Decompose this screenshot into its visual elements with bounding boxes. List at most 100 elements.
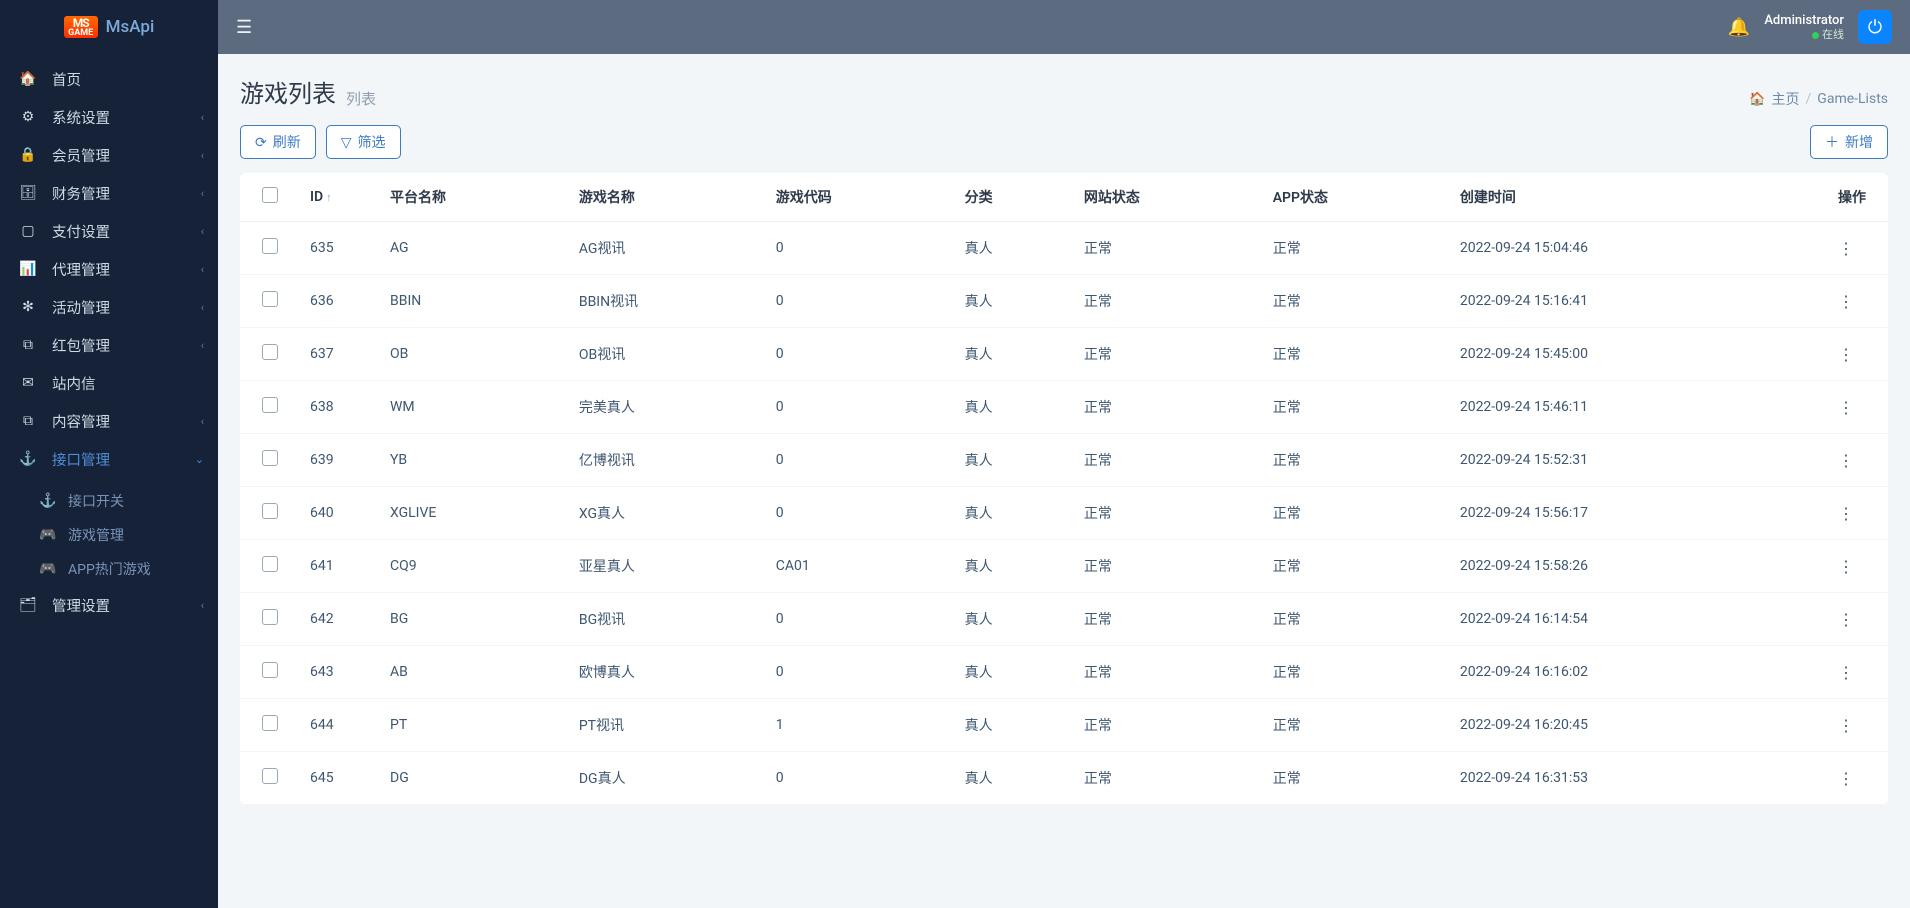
cell-created: 2022-09-24 15:58:26 <box>1450 540 1818 593</box>
table-row: 636BBINBBIN视讯0真人正常正常2022-09-24 15:16:41⋮ <box>240 275 1888 328</box>
sidebar-item-icon: ⧉ <box>18 337 38 353</box>
cell-id: 635 <box>300 222 380 275</box>
row-checkbox[interactable] <box>262 609 278 625</box>
sidebar-item-8[interactable]: ✉站内信 <box>0 364 218 402</box>
data-table: ID↑ 平台名称 游戏名称 游戏代码 分类 网站状态 APP状态 创建时间 操作… <box>240 173 1888 805</box>
cell-code: 0 <box>766 487 955 540</box>
table-row: 645DGDG真人0真人正常正常2022-09-24 16:31:53⋮ <box>240 752 1888 805</box>
row-checkbox[interactable] <box>262 715 278 731</box>
cell-app-status: 正常 <box>1263 646 1450 699</box>
table-row: 635AGAG视讯0真人正常正常2022-09-24 15:04:46⋮ <box>240 222 1888 275</box>
row-checkbox[interactable] <box>262 556 278 572</box>
cell-category: 真人 <box>955 540 1074 593</box>
add-button[interactable]: ＋新增 <box>1810 125 1888 159</box>
sidebar-item-0[interactable]: 🏠首页 <box>0 60 218 98</box>
sidebar-item-icon: ⚙ <box>18 109 38 125</box>
breadcrumb-home[interactable]: 主页 <box>1772 89 1800 109</box>
sidebar-subitem-10-1[interactable]: 🎮游戏管理 <box>0 518 218 552</box>
table-row: 643AB欧博真人0真人正常正常2022-09-24 16:16:02⋮ <box>240 646 1888 699</box>
sidebar-item-5[interactable]: 📊代理管理‹ <box>0 250 218 288</box>
row-actions-button[interactable]: ⋮ <box>1838 769 1853 788</box>
table-body: 635AGAG视讯0真人正常正常2022-09-24 15:04:46⋮636B… <box>240 222 1888 805</box>
header-code[interactable]: 游戏代码 <box>766 173 955 222</box>
sidebar-item-4[interactable]: ▢支付设置‹ <box>0 212 218 250</box>
cell-id: 639 <box>300 434 380 487</box>
row-checkbox[interactable] <box>262 291 278 307</box>
header-web-status[interactable]: 网站状态 <box>1074 173 1263 222</box>
cell-app-status: 正常 <box>1263 222 1450 275</box>
topbar: ☰ 🔔 Administrator 在线 ⏻ <box>218 0 1910 54</box>
bell-icon[interactable]: 🔔 <box>1728 17 1750 38</box>
sidebar-item-7[interactable]: ⧉红包管理‹ <box>0 326 218 364</box>
user-block[interactable]: Administrator 在线 <box>1764 13 1844 42</box>
hamburger-icon[interactable]: ☰ <box>236 17 252 38</box>
row-checkbox[interactable] <box>262 344 278 360</box>
header-platform[interactable]: 平台名称 <box>380 173 569 222</box>
sidebar-item-label: 支付设置 <box>52 221 110 242</box>
row-actions-button[interactable]: ⋮ <box>1838 451 1853 470</box>
dashboard-icon: 🏠 <box>1749 92 1765 107</box>
row-actions-button[interactable]: ⋮ <box>1838 610 1853 629</box>
cell-created: 2022-09-24 15:45:00 <box>1450 328 1818 381</box>
filter-button[interactable]: ▽筛选 <box>326 125 401 159</box>
cell-created: 2022-09-24 15:52:31 <box>1450 434 1818 487</box>
sidebar-subitem-icon: 🎮 <box>38 527 58 543</box>
cell-code: 0 <box>766 752 955 805</box>
sidebar-item-9[interactable]: ⧉内容管理‹ <box>0 402 218 440</box>
row-checkbox[interactable] <box>262 662 278 678</box>
cell-platform: CQ9 <box>380 540 569 593</box>
sidebar-item-label: 接口管理 <box>52 449 110 470</box>
row-checkbox[interactable] <box>262 503 278 519</box>
row-actions-button[interactable]: ⋮ <box>1838 398 1853 417</box>
main-area: ☰ 🔔 Administrator 在线 ⏻ 游戏列表 列表 🏠 主页 / Ga… <box>218 0 1910 908</box>
sidebar-item-10[interactable]: ⚓接口管理⌄ <box>0 440 218 478</box>
refresh-button[interactable]: ⟳刷新 <box>240 125 316 159</box>
cell-game: 欧博真人 <box>569 646 766 699</box>
sidebar-item-2[interactable]: 🔒会员管理‹ <box>0 136 218 174</box>
brand[interactable]: MS GAME MsApi <box>0 0 218 54</box>
row-actions-button[interactable]: ⋮ <box>1838 504 1853 523</box>
filter-icon: ▽ <box>341 134 352 151</box>
cell-id: 643 <box>300 646 380 699</box>
refresh-label: 刷新 <box>273 132 301 152</box>
sidebar-item-3[interactable]: 🗄财务管理‹ <box>0 174 218 212</box>
cell-id: 644 <box>300 699 380 752</box>
header-category[interactable]: 分类 <box>955 173 1074 222</box>
row-actions-button[interactable]: ⋮ <box>1838 716 1853 735</box>
sidebar-item-11[interactable]: 🗂管理设置‹ <box>0 586 218 624</box>
sidebar-subitem-10-2[interactable]: 🎮APP热门游戏 <box>0 552 218 586</box>
power-button[interactable]: ⏻ <box>1858 10 1892 44</box>
sidebar-subitem-10-0[interactable]: ⚓接口开关 <box>0 484 218 518</box>
row-checkbox[interactable] <box>262 450 278 466</box>
row-actions-button[interactable]: ⋮ <box>1838 557 1853 576</box>
row-actions-button[interactable]: ⋮ <box>1838 239 1853 258</box>
row-actions-button[interactable]: ⋮ <box>1838 292 1853 311</box>
cell-game: OB视讯 <box>569 328 766 381</box>
sidebar-item-label: 红包管理 <box>52 335 110 356</box>
header-id[interactable]: ID↑ <box>300 173 380 222</box>
row-checkbox[interactable] <box>262 768 278 784</box>
header-app-status[interactable]: APP状态 <box>1263 173 1450 222</box>
sidebar-item-1[interactable]: ⚙系统设置‹ <box>0 98 218 136</box>
brand-text: MsApi <box>106 17 155 37</box>
table-row: 642BGBG视讯0真人正常正常2022-09-24 16:14:54⋮ <box>240 593 1888 646</box>
cell-app-status: 正常 <box>1263 328 1450 381</box>
sidebar-item-label: 首页 <box>52 69 81 90</box>
sidebar-item-icon: ⚓ <box>18 451 38 467</box>
cell-platform: DG <box>380 752 569 805</box>
header-created[interactable]: 创建时间 <box>1450 173 1818 222</box>
row-actions-button[interactable]: ⋮ <box>1838 663 1853 682</box>
cell-code: 0 <box>766 222 955 275</box>
table-container: ID↑ 平台名称 游戏名称 游戏代码 分类 网站状态 APP状态 创建时间 操作… <box>240 173 1888 805</box>
select-all-checkbox[interactable] <box>262 187 278 203</box>
row-actions-button[interactable]: ⋮ <box>1838 345 1853 364</box>
cell-web-status: 正常 <box>1074 222 1263 275</box>
sidebar-item-6[interactable]: ✻活动管理‹ <box>0 288 218 326</box>
sidebar-item-icon: 🗄 <box>18 185 38 201</box>
cell-game: 完美真人 <box>569 381 766 434</box>
row-checkbox[interactable] <box>262 238 278 254</box>
header-id-label: ID <box>310 189 323 205</box>
header-game[interactable]: 游戏名称 <box>569 173 766 222</box>
row-checkbox[interactable] <box>262 397 278 413</box>
sidebar-subitem-icon: ⚓ <box>38 493 58 509</box>
